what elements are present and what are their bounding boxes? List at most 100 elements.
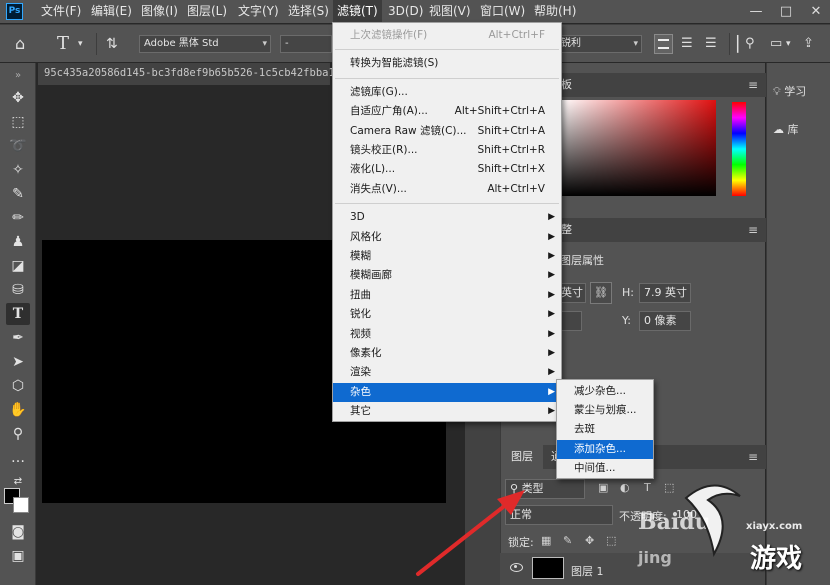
menu-help[interactable]: 帮助(H) [530, 0, 580, 23]
magic-wand-tool-icon[interactable]: ✧ [6, 159, 30, 181]
font-style-select[interactable]: - [280, 35, 332, 53]
stamp-tool-icon[interactable]: ♟ [6, 231, 30, 253]
filter-menu-item[interactable]: 杂色 ▶ [333, 382, 561, 402]
noise-submenu-item[interactable]: 去斑 [557, 420, 653, 439]
chevron-down-icon[interactable]: ▾ [786, 25, 791, 63]
lock-position-icon[interactable]: ✥ [585, 534, 594, 547]
shape-filter-icon[interactable]: ⬚ [664, 481, 674, 494]
blend-mode-select[interactable]: 正常 [505, 505, 613, 525]
eyedropper-tool-icon[interactable]: ✎ [6, 183, 30, 205]
menu-file[interactable]: 文件(F) [37, 0, 85, 23]
shortcut-text: Shift+Ctrl+A [477, 124, 545, 137]
marquee-tool-icon[interactable]: ⬚ [6, 111, 30, 133]
quick-mask-icon[interactable]: ◙ [6, 521, 30, 543]
menu-type[interactable]: 文字(Y) [234, 0, 283, 23]
layers-panel-tab[interactable]: 图层 [501, 445, 543, 469]
height-field[interactable]: 7.9 英寸 [639, 283, 691, 303]
maximize-button[interactable]: □ [772, 0, 800, 23]
color-picker-field[interactable] [560, 100, 716, 196]
type-tool-preset-icon[interactable]: T [57, 25, 69, 63]
eraser-tool-icon[interactable]: ◪ [6, 255, 30, 277]
filter-menu-item[interactable]: 其它 ▶ [333, 402, 561, 421]
filter-menu-item[interactable]: 自适应广角(A)... Alt+Shift+Ctrl+A [333, 102, 561, 121]
noise-submenu-item[interactable]: 中间值... [557, 459, 653, 478]
layer-filter-select[interactable]: ⚲ 类型 [505, 479, 585, 499]
path-selection-tool-icon[interactable]: ➤ [6, 351, 30, 373]
menu-edit[interactable]: 编辑(E) [87, 0, 136, 23]
filter-menu-item[interactable]: 液化(L)... Shift+Ctrl+X [333, 160, 561, 179]
filter-menu-item[interactable]: 模糊 ▶ [333, 247, 561, 266]
minimize-button[interactable]: — [742, 0, 770, 23]
filter-menu-item-label: 锐化 [350, 308, 371, 321]
close-button[interactable]: ✕ [802, 0, 830, 23]
lock-artboard-icon[interactable]: ⬚ [606, 534, 616, 547]
orientation-toggle-icon[interactable]: ⇅ [106, 25, 118, 63]
share-icon[interactable]: ⇪ [803, 25, 814, 63]
menu-filter[interactable]: 滤镜(T) [333, 0, 382, 23]
filter-menu-item[interactable]: 转换为智能滤镜(S) [333, 54, 561, 73]
hue-slider[interactable] [732, 102, 746, 196]
noise-submenu-item[interactable]: 蒙尘与划痕... [557, 401, 653, 420]
brush-tool-icon[interactable]: ✏ [6, 207, 30, 229]
filter-menu-item[interactable]: 消失点(V)... Alt+Ctrl+V [333, 180, 561, 199]
workspace-icon[interactable]: ▭ [770, 25, 782, 63]
panel-menu-icon[interactable]: ≡ [748, 73, 758, 97]
menu-window[interactable]: 窗口(W) [476, 0, 529, 23]
adjustment-filter-icon[interactable]: ◐ [620, 481, 630, 494]
pixel-filter-icon[interactable]: ▣ [598, 481, 608, 494]
panel-menu-icon[interactable]: ≡ [748, 445, 758, 469]
filter-menu-item[interactable]: 锐化 ▶ [333, 305, 561, 324]
pen-tool-icon[interactable]: ✒ [6, 327, 30, 349]
shape-tool-icon[interactable]: ⬡ [6, 375, 30, 397]
background-color-swatch[interactable] [13, 497, 29, 513]
type-filter-icon[interactable]: T [644, 481, 651, 494]
filter-menu-item[interactable]: 模糊画廊 ▶ [333, 266, 561, 285]
submenu-arrow-icon: ▶ [548, 231, 555, 242]
document-tab[interactable]: 95c435a20586d145-bc3fd8ef9b65b526-1c5cb4… [44, 67, 341, 79]
libraries-panel-button[interactable]: ☁ 库 [773, 115, 799, 145]
hand-tool-icon[interactable]: ✋ [6, 399, 30, 421]
learn-panel-button[interactable]: 💡︎ 学习 [773, 77, 806, 107]
filter-menu-item[interactable]: 风格化 ▶ [333, 228, 561, 247]
home-icon[interactable]: ⌂ [15, 25, 25, 63]
filter-menu-item[interactable]: 渲染 ▶ [333, 363, 561, 382]
zoom-tool-icon[interactable]: ⚲ [6, 423, 30, 445]
align-center-icon[interactable]: ☰ [681, 25, 693, 63]
type-tool-icon[interactable]: T [6, 303, 30, 325]
submenu-arrow-icon: ▶ [548, 328, 555, 339]
menu-image[interactable]: 图像(I) [137, 0, 182, 23]
move-tool-icon[interactable]: ✥ [6, 87, 30, 109]
filter-menu-item[interactable]: 视频 ▶ [333, 325, 561, 344]
filter-menu-item[interactable]: 扭曲 ▶ [333, 286, 561, 305]
lock-image-icon[interactable]: ✎ [563, 534, 572, 547]
submenu-arrow-icon: ▶ [548, 251, 555, 261]
layer-name[interactable]: 图层 1 [571, 563, 604, 579]
noise-submenu-item[interactable]: 减少杂色... [557, 382, 653, 401]
menu-3d[interactable]: 3D(D) [384, 0, 427, 23]
align-right-icon[interactable]: ☰ [705, 25, 717, 63]
paint-bucket-tool-icon[interactable]: ⛁ [6, 279, 30, 301]
collapse-icon[interactable]: » [6, 71, 30, 81]
link-dimensions-icon[interactable]: ⛓ [590, 282, 612, 304]
font-family-select[interactable]: Adobe 黑体 Std ▾ [139, 35, 271, 53]
panel-menu-icon[interactable]: ≡ [748, 218, 758, 242]
menu-select[interactable]: 选择(S) [284, 0, 333, 23]
lasso-tool-icon[interactable]: ➰ [6, 135, 30, 157]
more-tools-icon[interactable]: … [6, 447, 30, 469]
y-field[interactable]: 0 像素 [639, 311, 691, 331]
filter-menu-item[interactable]: 镜头校正(R)... Shift+Ctrl+R [333, 141, 561, 160]
menu-layer[interactable]: 图层(L) [183, 0, 231, 23]
visibility-eye-icon[interactable] [510, 563, 523, 572]
chevron-down-icon[interactable]: ▾ [78, 25, 83, 63]
screen-mode-icon[interactable]: ▣ [6, 545, 30, 567]
filter-menu-item[interactable]: 滤镜库(G)... [333, 83, 561, 102]
search-icon[interactable]: ⚲ [745, 25, 755, 63]
menu-view[interactable]: 视图(V) [425, 0, 475, 23]
noise-submenu-item[interactable]: 添加杂色... [557, 439, 653, 459]
antialias-select[interactable]: 锐利 ▾ [556, 35, 642, 53]
filter-menu-item[interactable]: Camera Raw 滤镜(C)... Shift+Ctrl+A [333, 122, 561, 141]
align-left-button[interactable] [654, 34, 673, 54]
lock-transparent-icon[interactable]: ▦ [541, 534, 551, 547]
filter-menu-item[interactable]: 像素化 ▶ [333, 344, 561, 363]
filter-menu-item[interactable]: 3D ▶ [333, 208, 561, 227]
